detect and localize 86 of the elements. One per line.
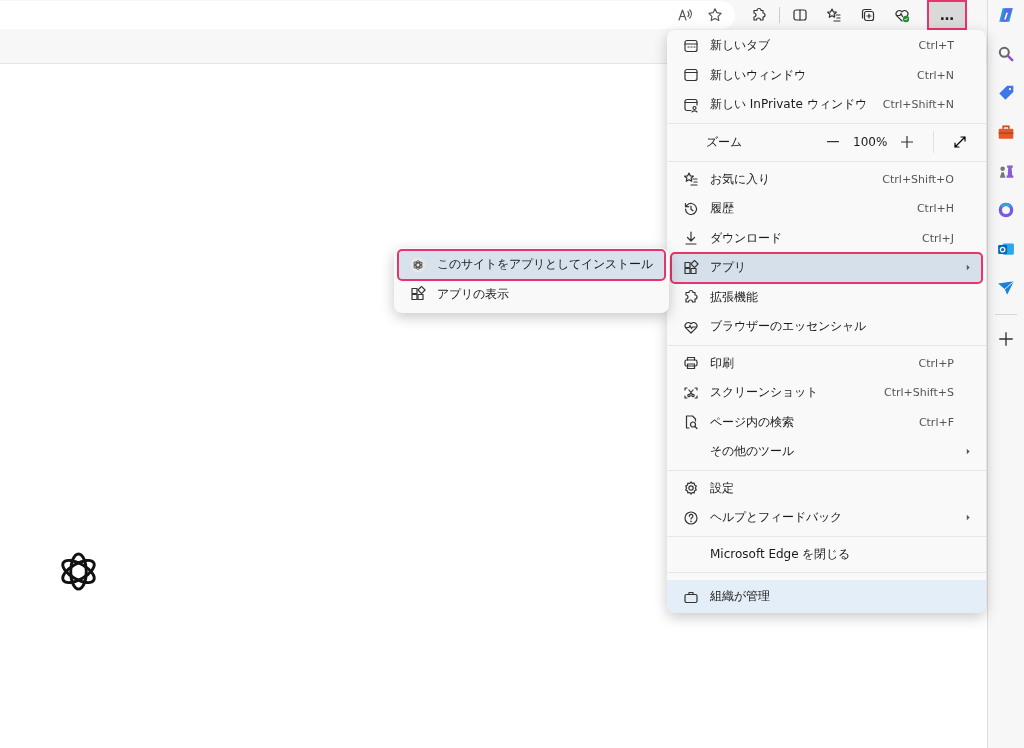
chess-pieces-icon[interactable] — [997, 162, 1015, 180]
puzzle-icon — [683, 289, 699, 306]
caret-icon — [964, 513, 973, 523]
menu-item[interactable]: 新しい InPrivate ウィンドウ Ctrl+Shift+N — [671, 90, 982, 120]
menu-item[interactable]: このサイトをアプリとしてインストール — [398, 250, 665, 280]
menu-label: 新しいウィンドウ — [710, 66, 807, 84]
collections-icon — [860, 7, 876, 23]
menu-item[interactable]: スクリーンショット Ctrl+Shift+S — [671, 378, 982, 408]
menu-label: 拡張機能 — [710, 288, 759, 306]
menu-item[interactable]: お気に入り Ctrl+Shift+O — [671, 164, 982, 194]
menu-label: このサイトをアプリとしてインストール — [437, 256, 653, 274]
zoom-label: ズーム — [706, 133, 743, 151]
plus-icon[interactable] — [997, 330, 1015, 348]
menu-item[interactable]: 拡張機能 — [671, 282, 982, 312]
managed-notice[interactable]: 組織が管理 — [667, 580, 986, 613]
printer-icon — [683, 355, 699, 372]
heart-check-icon — [894, 7, 910, 23]
menu-label: ダウンロード — [710, 229, 783, 247]
shortcut-text: Ctrl+P — [918, 356, 954, 370]
caret-icon — [964, 447, 973, 457]
menu-label: 新しいタブ — [710, 37, 771, 55]
menu-item[interactable]: アプリの表示 — [398, 279, 665, 309]
menu-label: その他のツール — [710, 443, 795, 461]
menu-label: アプリ — [710, 259, 747, 277]
menu-label: 履歴 — [710, 200, 735, 218]
minus-icon — [827, 141, 839, 143]
menu-label: ヘルプとフィードバック — [710, 509, 843, 527]
paper-plane-icon[interactable] — [997, 279, 1015, 297]
menu-label: Microsoft Edge を閉じる — [710, 545, 852, 563]
menu-item[interactable]: 設定 — [671, 473, 982, 503]
apps-icon — [683, 259, 699, 276]
window-icon — [683, 67, 699, 84]
menu-label: ページ内の検索 — [710, 413, 795, 431]
menu-label: お気に入り — [710, 170, 771, 188]
menu-item[interactable]: Microsoft Edge を閉じる — [671, 539, 982, 569]
toolbox-icon[interactable] — [997, 123, 1015, 141]
menu-item[interactable]: ページ内の検索 Ctrl+F — [671, 407, 982, 437]
menu-label: 組織が管理 — [710, 588, 771, 605]
search-icon[interactable] — [997, 45, 1015, 63]
menu-item[interactable]: ヘルプとフィードバック — [671, 503, 982, 533]
more-button[interactable]: … — [928, 1, 966, 29]
shortcut-text: Ctrl+N — [916, 68, 954, 82]
puzzle-icon — [751, 7, 767, 23]
help-icon — [683, 509, 699, 526]
menu-item[interactable]: アプリ — [671, 253, 982, 283]
tag-icon[interactable] — [997, 84, 1015, 102]
history-icon — [683, 200, 699, 217]
star-list-icon — [826, 7, 842, 23]
star-icon — [707, 7, 723, 23]
plus-icon — [899, 134, 915, 150]
caret-icon — [964, 263, 973, 273]
knot-logo-icon — [410, 256, 426, 273]
mail-icon[interactable] — [997, 240, 1015, 258]
tab-icon — [683, 37, 699, 54]
menu-label: 設定 — [710, 479, 735, 497]
menu-label: 新しい InPrivate ウィンドウ — [710, 96, 868, 114]
screenshot-icon — [683, 384, 699, 401]
shortcut-text: Ctrl+Shift+N — [882, 98, 954, 112]
shortcut-text: Ctrl+T — [918, 39, 954, 53]
gear-icon — [683, 480, 699, 497]
split-screen-icon — [792, 7, 808, 23]
apps-icon — [410, 286, 426, 303]
menu-label: ブラウザーのエッセンシャル — [710, 318, 867, 336]
shortcut-text: Ctrl+Shift+O — [882, 172, 954, 186]
menu-label: アプリの表示 — [437, 285, 510, 303]
shortcut-text: Ctrl+F — [918, 415, 954, 429]
private-window-icon — [683, 96, 699, 113]
menu-item[interactable]: 新しいタブ Ctrl+T — [671, 31, 982, 61]
zoom-value: 100% — [853, 135, 887, 149]
menu-item[interactable]: 印刷 Ctrl+P — [671, 348, 982, 378]
diagonal-arrows-icon — [952, 134, 968, 150]
menu-label: 印刷 — [710, 354, 735, 372]
shortcut-text: Ctrl+H — [916, 202, 954, 216]
read-aloud-icon — [677, 7, 693, 23]
star-list-icon — [683, 171, 699, 188]
menu-item[interactable]: 履歴 Ctrl+H — [671, 194, 982, 224]
shortcut-text: Ctrl+Shift+S — [884, 386, 954, 400]
download-icon — [683, 230, 699, 247]
ring-logo-icon[interactable] — [997, 201, 1015, 219]
menu-item[interactable]: ダウンロード Ctrl+J — [671, 223, 982, 253]
shortcut-text: Ctrl+J — [921, 231, 954, 245]
menu-label: スクリーンショット — [710, 384, 819, 402]
menu-item[interactable]: 新しいウィンドウ Ctrl+N — [671, 60, 982, 90]
menu-item[interactable]: その他のツール — [671, 437, 982, 467]
page-search-icon — [683, 414, 699, 431]
menu-item[interactable]: ブラウザーのエッセンシャル — [671, 312, 982, 342]
